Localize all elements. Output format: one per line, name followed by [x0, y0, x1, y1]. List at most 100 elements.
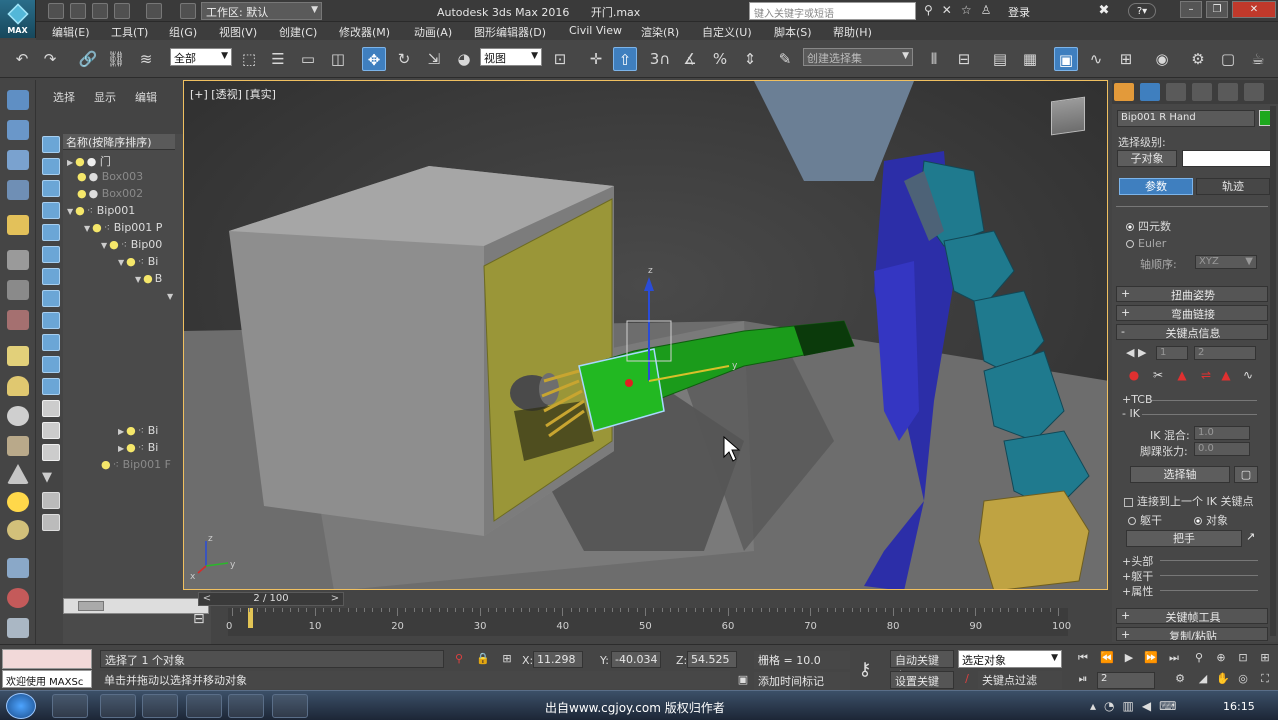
ie-icon[interactable] — [100, 694, 136, 718]
mirror-icon[interactable]: ⫴ — [922, 47, 946, 71]
exchange-x-icon[interactable]: ✖ — [1095, 3, 1113, 19]
network-icon[interactable]: ▥ — [1123, 699, 1142, 713]
help-icon[interactable]: ?▾ — [1128, 3, 1156, 19]
menu-civil-view[interactable]: Civil View — [569, 24, 622, 37]
auto-key-button[interactable]: 自动关键点 — [890, 650, 954, 683]
list-item[interactable]: ▼ ● ⁖ Bip00 — [101, 238, 162, 254]
redo-icon[interactable]: ↷ — [38, 47, 62, 71]
schematic-view-icon[interactable]: ⊞ — [1114, 47, 1138, 71]
filter-xrefs-icon[interactable] — [42, 290, 60, 307]
app-logo-button[interactable]: MAX — [0, 0, 36, 38]
rollout-twist-poses[interactable]: + 扭曲姿势 — [1116, 286, 1268, 302]
selection-filter-dropdown[interactable]: 全部 ▼ — [170, 48, 232, 66]
filter-containers-icon[interactable] — [42, 334, 60, 351]
rect-selection-region-icon[interactable]: ▭ — [296, 47, 320, 71]
keyboard-shortcut-override-icon[interactable]: ⇧ — [613, 47, 637, 71]
menu-group[interactable]: 组(G) — [169, 24, 197, 40]
lock-selection-icon[interactable]: 🔒 — [474, 652, 492, 670]
search-input[interactable]: 键入关键字或短语 — [749, 2, 916, 20]
open-file-icon[interactable] — [70, 3, 86, 19]
explorer-tab-display[interactable]: 显示 — [94, 89, 116, 105]
timeline-track[interactable]: 0 10 20 30 40 50 60 70 80 90 100 — [226, 608, 1071, 636]
key-filters-button[interactable]: 关键点过滤器... — [978, 671, 1062, 703]
filter-spacewarps-icon[interactable] — [42, 246, 60, 263]
maximize-button[interactable]: ❐ — [1206, 1, 1228, 18]
filter-cameras-icon[interactable] — [42, 202, 60, 219]
motion-tab-icon[interactable] — [1192, 83, 1212, 101]
key-next-field[interactable]: 2 — [1194, 346, 1256, 360]
prev-key-icon[interactable]: ⏪ — [1098, 651, 1116, 669]
key-prev-field[interactable]: 1 — [1156, 346, 1188, 360]
collapse-icon[interactable]: ▼ — [67, 207, 73, 216]
menu-help[interactable]: 帮助(H) — [833, 24, 872, 40]
next-frame-icon[interactable]: > — [329, 593, 341, 605]
biped-foot[interactable] — [978, 490, 1090, 590]
tray-icon[interactable]: ▴ — [1090, 699, 1104, 713]
light-bulb-icon[interactable]: ● — [77, 187, 87, 200]
render-icon[interactable] — [7, 310, 29, 330]
material-editor-icon[interactable]: ◉ — [1150, 47, 1174, 71]
light-bulb-icon[interactable]: ● — [75, 204, 85, 217]
maximize-viewport-icon[interactable]: ⛶ — [1256, 672, 1274, 690]
menu-edit[interactable]: 编辑(E) — [52, 24, 90, 40]
light-bulb-icon[interactable] — [7, 215, 29, 235]
dynamics-icon[interactable] — [7, 588, 29, 608]
pick-arrow-icon[interactable]: ↗ — [1246, 530, 1255, 543]
rollout-bend-links[interactable]: + 弯曲链接 — [1116, 305, 1268, 321]
tab-trajectories[interactable]: 轨迹 — [1196, 178, 1270, 195]
menu-create[interactable]: 创建(C) — [279, 24, 317, 40]
angle-snap-icon[interactable]: ∡ — [678, 47, 702, 71]
select-by-name-icon[interactable]: ☰ — [266, 47, 290, 71]
select-object-icon[interactable]: ⬚ — [237, 47, 261, 71]
collapse-icon[interactable]: ▼ — [118, 258, 124, 267]
list-item[interactable]: ▶ ● ● 门 — [67, 153, 111, 169]
rollout-key-tools[interactable]: + 关键帧工具 — [1116, 608, 1268, 624]
delete-key-icon[interactable]: ✂ — [1150, 368, 1166, 384]
ribbon-icon-4[interactable] — [7, 180, 29, 200]
set-key-button[interactable]: 设置关键点 — [890, 671, 954, 704]
explorer-icon[interactable] — [142, 694, 178, 718]
modify-tab-icon[interactable] — [1140, 83, 1160, 101]
head-section[interactable]: +头部 — [1122, 553, 1153, 569]
taskbar-app-1[interactable] — [52, 694, 88, 718]
particle-icon[interactable] — [7, 558, 29, 578]
named-selection-sets-dropdown[interactable]: 创建选择集 ▼ — [803, 48, 913, 66]
select-and-rotate-icon[interactable]: ↻ — [392, 47, 416, 71]
name-column-header[interactable]: 名称(按降序排序) — [63, 134, 175, 150]
time-slider[interactable]: < 2 / 100 > — [198, 592, 344, 606]
key-icon[interactable]: ⚷ — [856, 659, 874, 680]
sub-object-dropdown[interactable] — [1182, 150, 1272, 167]
body-radio[interactable]: 躯干 — [1128, 512, 1162, 528]
quaternion-radio[interactable]: 四元数 — [1126, 218, 1171, 234]
expand-icon[interactable]: ▶ — [118, 427, 124, 436]
ime-icon[interactable]: ⌨ — [1159, 699, 1184, 713]
create-tab-icon[interactable] — [1114, 83, 1134, 101]
percent-snap-icon[interactable]: % — [708, 47, 732, 71]
list-item[interactable]: ▶ ● ⁖ Bi — [118, 424, 158, 440]
expand-icon[interactable]: ▶ — [67, 158, 73, 167]
display-none-icon[interactable] — [42, 422, 60, 439]
select-and-move-icon[interactable]: ✥ — [362, 47, 386, 71]
manipulate-icon[interactable]: ✛ — [584, 47, 608, 71]
ribbon-icon-2[interactable] — [7, 120, 29, 140]
current-frame-field[interactable]: 2 — [1097, 672, 1155, 689]
collapse-icon[interactable]: ▼ — [135, 275, 141, 284]
viewport-label[interactable]: [+] [透视] [真实] — [190, 86, 276, 102]
mini-curve-editor-icon[interactable]: ⊟ — [193, 611, 213, 629]
cone-icon[interactable] — [7, 464, 29, 484]
filter-lights-icon[interactable] — [42, 180, 60, 197]
prev-next-key-arrows[interactable]: ◀ ▶ — [1126, 346, 1146, 359]
workspace-dropdown[interactable]: 工作区: 默认 ▼ — [201, 2, 322, 20]
join-prev-ik-checkbox[interactable]: 连接到上一个 IK 关键点 — [1124, 493, 1253, 509]
time-tag-icon[interactable]: ▣ — [734, 673, 752, 691]
display-invert-icon[interactable] — [42, 444, 60, 461]
collapse-icon[interactable]: ▼ — [101, 241, 107, 250]
props-section[interactable]: +属性 — [1122, 583, 1153, 599]
rectangle-shape-icon[interactable] — [7, 346, 29, 366]
field-of-view-icon[interactable]: ◢ — [1194, 672, 1212, 690]
list-item[interactable]: ● ● Box003 — [77, 170, 143, 186]
close-button[interactable]: ✕ — [1232, 1, 1276, 18]
maxscript-welcome[interactable]: 欢迎使用 MAXSc — [2, 670, 92, 688]
filter-geometry-icon[interactable] — [42, 136, 60, 153]
free-key-icon[interactable]: ▲ — [1218, 368, 1234, 384]
